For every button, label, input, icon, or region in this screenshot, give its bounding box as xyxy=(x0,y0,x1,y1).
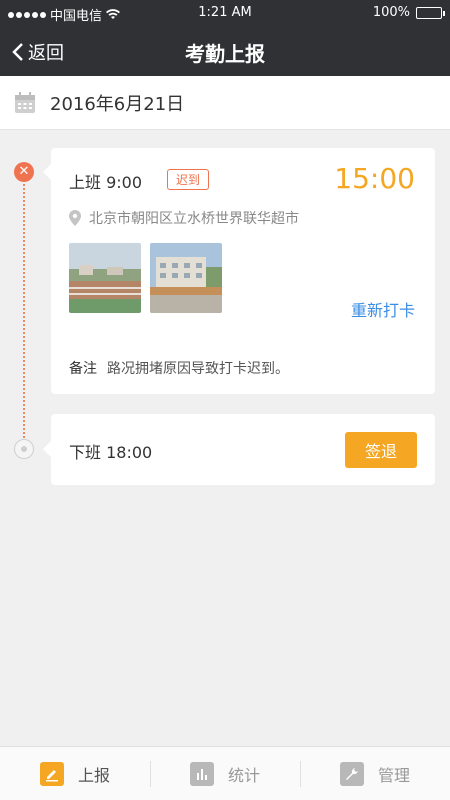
checkin-card: 上班 9:00 迟到 15:00 北京市朝阳区立水桥世界联华超市 重新打卡 备注… xyxy=(43,148,435,394)
tab-manage[interactable]: 管理 xyxy=(300,747,450,800)
location-text: 北京市朝阳区立水桥世界联华超市 xyxy=(89,211,299,227)
remark-text: 路况拥堵原因导致打卡迟到。 xyxy=(107,361,289,377)
calendar-icon xyxy=(15,91,35,113)
status-bar: 中国电信 1:21 AM 100% xyxy=(0,0,450,26)
checkin-location: 北京市朝阳区立水桥世界联华超市 xyxy=(69,208,299,228)
page-title: 考勤上报 xyxy=(185,42,265,66)
late-badge: 迟到 xyxy=(167,169,210,190)
tab-report-label: 上报 xyxy=(77,765,110,785)
checkout-shift-label: 下班 18:00 xyxy=(69,443,153,462)
date-bar[interactable]: 2016年6月21日 xyxy=(0,76,450,130)
nav-bar: 返回 考勤上报 xyxy=(0,26,450,76)
checkin-shift-label: 上班 9:00 xyxy=(69,173,143,192)
redo-punch-link[interactable]: 重新打卡 xyxy=(351,297,415,321)
remark-label: 备注 xyxy=(69,361,97,377)
checkout-button[interactable]: 签退 xyxy=(345,432,417,468)
pencil-icon xyxy=(39,761,64,786)
late-marker-icon: ✕ xyxy=(14,162,34,182)
checkin-photo-playground[interactable] xyxy=(69,243,141,313)
timeline-line xyxy=(23,184,25,446)
date-label: 2016年6月21日 xyxy=(50,93,185,115)
checkin-actual-time: 15:00 xyxy=(334,162,415,195)
tab-stats[interactable]: 统计 xyxy=(150,747,300,800)
checkout-card: 下班 18:00 签退 xyxy=(43,414,435,485)
tab-bar: 上报 统计 管理 xyxy=(0,746,450,800)
pending-marker-icon xyxy=(14,439,34,459)
checkin-photo-building[interactable] xyxy=(150,243,222,313)
tab-report[interactable]: 上报 xyxy=(0,747,150,800)
location-pin-icon xyxy=(69,210,81,226)
remark-row: 备注 路况拥堵原因导致打卡迟到。 xyxy=(69,358,289,378)
battery-percent: 100% xyxy=(372,5,410,20)
tab-stats-label: 统计 xyxy=(227,765,260,785)
bar-chart-icon xyxy=(189,761,214,786)
battery-icon xyxy=(416,6,445,19)
wrench-icon xyxy=(339,761,364,786)
tab-manage-label: 管理 xyxy=(377,765,410,785)
